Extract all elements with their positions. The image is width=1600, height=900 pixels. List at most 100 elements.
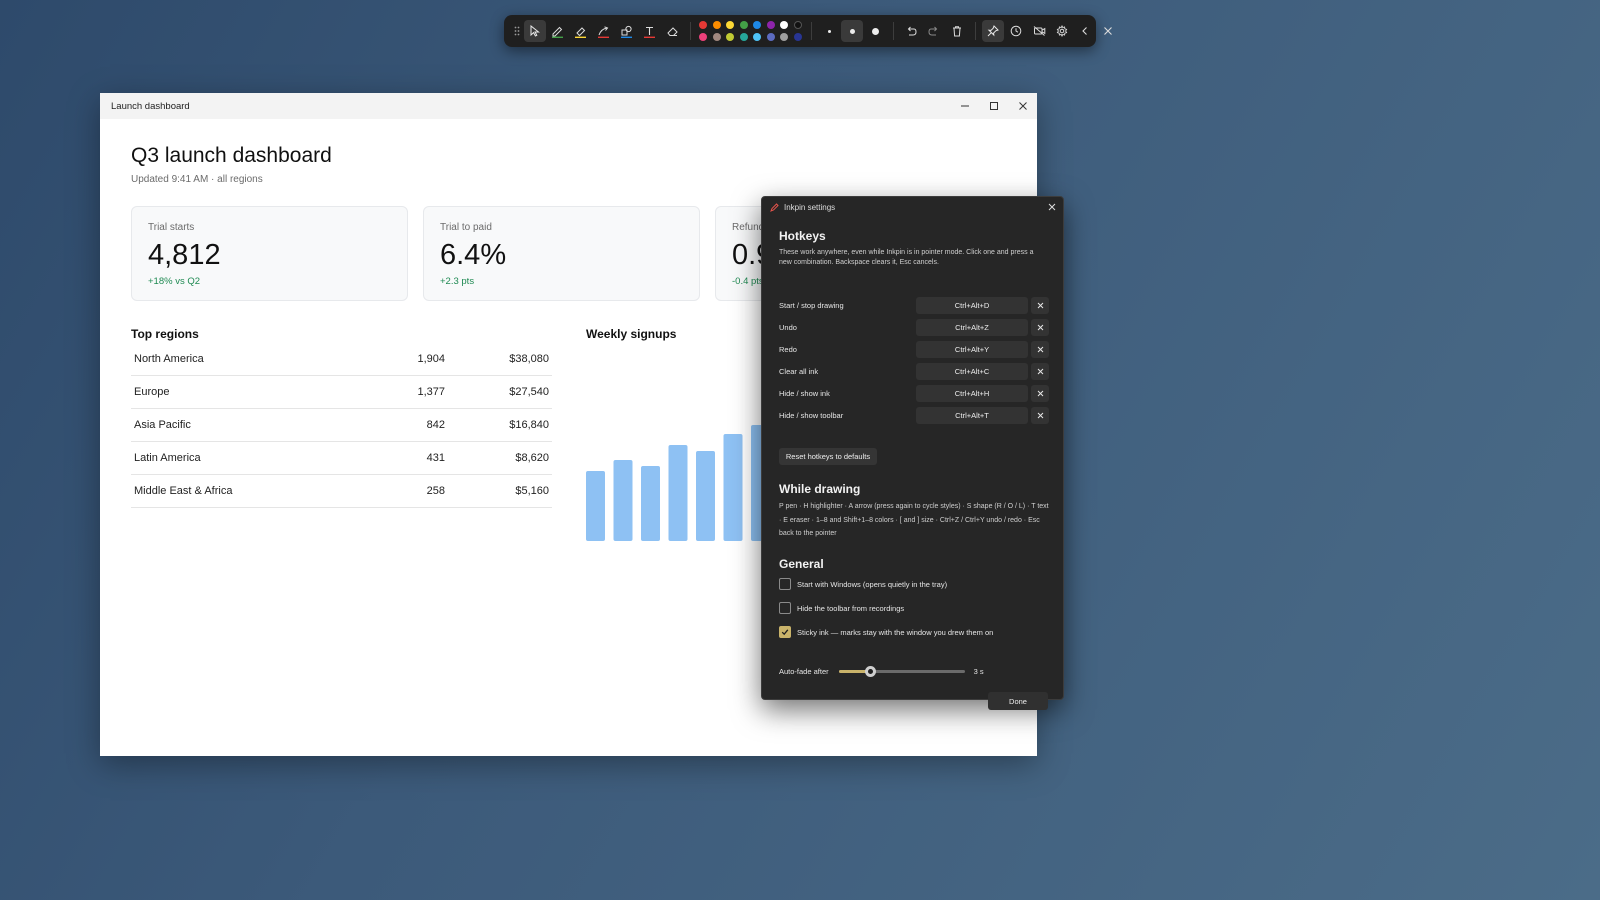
- color-swatch[interactable]: [699, 20, 707, 29]
- color-swatch[interactable]: [766, 32, 775, 41]
- hotkey-field[interactable]: Ctrl+Alt+D: [916, 296, 1028, 314]
- close-icon: [1037, 324, 1043, 330]
- color-swatch[interactable]: [726, 20, 734, 29]
- hotkey-field[interactable]: Ctrl+Alt+C: [916, 362, 1028, 380]
- gear-icon[interactable]: [1051, 20, 1073, 42]
- table-row[interactable]: Latin America 431 $8,620: [131, 442, 552, 475]
- checkbox[interactable]: [779, 602, 791, 614]
- hotkey-row: Hide / show toolbar Ctrl+Alt+T: [779, 406, 1049, 424]
- hotkey-label: Clear all ink: [779, 366, 819, 376]
- done-button[interactable]: Done: [988, 692, 1048, 710]
- close-icon[interactable]: [1097, 20, 1119, 42]
- arrow-icon[interactable]: [593, 20, 615, 42]
- window-close-button[interactable]: [1008, 93, 1037, 119]
- while-drawing-heading: While drawing: [779, 482, 861, 496]
- color-swatch[interactable]: [726, 32, 734, 41]
- size-small[interactable]: [818, 20, 840, 42]
- highlighter-icon[interactable]: [570, 20, 592, 42]
- checkbox[interactable]: [779, 578, 791, 590]
- color-swatch[interactable]: [699, 32, 707, 41]
- close-icon: [1037, 390, 1043, 396]
- general-heading: General: [779, 557, 824, 571]
- checkbox[interactable]: [779, 626, 791, 638]
- pin-icon[interactable]: [982, 20, 1004, 42]
- color-swatch[interactable]: [780, 32, 788, 41]
- table-row[interactable]: Europe 1,377 $27,540: [131, 376, 552, 409]
- clear-hotkey-button[interactable]: [1031, 362, 1049, 380]
- close-icon: [1037, 302, 1043, 308]
- window-title: Launch dashboard: [111, 100, 190, 112]
- close-icon: [1037, 412, 1043, 418]
- table-row[interactable]: Middle East & Africa 258 $5,160: [131, 475, 552, 508]
- minimize-button[interactable]: [950, 93, 979, 119]
- hotkey-label: Undo: [779, 322, 797, 332]
- clear-hotkey-button[interactable]: [1031, 384, 1049, 402]
- autofade-label: Auto-fade after: [779, 666, 829, 676]
- text-icon[interactable]: [639, 20, 661, 42]
- redo-icon[interactable]: [923, 20, 945, 42]
- table-row[interactable]: Asia Pacific 842 $16,840: [131, 409, 552, 442]
- hotkey-field[interactable]: Ctrl+Alt+Z: [916, 318, 1028, 336]
- region-revenue: $27,540: [509, 386, 549, 398]
- region-count: 842: [426, 419, 445, 431]
- color-swatch[interactable]: [739, 20, 748, 29]
- maximize-button[interactable]: [979, 93, 1008, 119]
- color-swatch[interactable]: [739, 32, 748, 41]
- autofade-value: 3 s: [973, 666, 984, 676]
- dialog-close-button[interactable]: [1041, 197, 1063, 217]
- color-swatch[interactable]: [712, 20, 721, 29]
- color-swatch[interactable]: [712, 32, 721, 41]
- clear-hotkey-button[interactable]: [1031, 340, 1049, 358]
- region-revenue: $16,840: [509, 419, 549, 431]
- undo-icon[interactable]: [900, 20, 922, 42]
- pointer-icon[interactable]: [523, 20, 546, 42]
- trash-icon[interactable]: [946, 20, 968, 42]
- size-medium[interactable]: [841, 20, 863, 42]
- region-count: 1,377: [417, 386, 445, 398]
- regions-title: Top regions: [131, 327, 199, 341]
- clear-hotkey-button[interactable]: [1031, 318, 1049, 336]
- color-swatch[interactable]: [753, 20, 761, 29]
- minimize-icon: [960, 105, 969, 107]
- region-count: 258: [426, 485, 445, 497]
- color-swatch[interactable]: [753, 32, 761, 41]
- eraser-icon[interactable]: [662, 20, 684, 42]
- chart-title: Weekly signups: [586, 327, 677, 341]
- color-swatch[interactable]: [766, 20, 775, 29]
- clock-icon[interactable]: [1005, 20, 1027, 42]
- clear-hotkey-button[interactable]: [1031, 406, 1049, 424]
- region-count: 1,904: [417, 353, 445, 365]
- hotkey-field[interactable]: Ctrl+Alt+H: [916, 384, 1028, 402]
- camera-off-icon[interactable]: [1028, 20, 1050, 42]
- clear-hotkey-button[interactable]: [1031, 296, 1049, 314]
- hotkey-row: Hide / show ink Ctrl+Alt+H: [779, 384, 1049, 402]
- shape-icon[interactable]: [616, 20, 638, 42]
- hotkey-label: Hide / show ink: [779, 388, 830, 398]
- while-drawing-description: P pen · H highlighter · A arrow (press a…: [779, 503, 1049, 537]
- color-swatch[interactable]: [793, 32, 802, 41]
- slider-thumb[interactable]: [865, 665, 877, 677]
- hotkey-field[interactable]: Ctrl+Alt+Y: [916, 340, 1028, 358]
- hotkey-label: Redo: [779, 344, 797, 354]
- color-swatch[interactable]: [793, 20, 802, 29]
- option-row[interactable]: Hide the toolbar from recordings: [779, 601, 904, 615]
- size-large[interactable]: [864, 20, 886, 42]
- chart-bar: [723, 434, 743, 541]
- kpi-label: Trial starts: [148, 222, 195, 233]
- option-row[interactable]: Start with Windows (opens quietly in the…: [779, 577, 947, 591]
- region-name: Europe: [134, 386, 170, 398]
- reset-hotkeys-button[interactable]: Reset hotkeys to defaults: [779, 448, 877, 465]
- color-swatch[interactable]: [780, 20, 788, 29]
- pen-icon[interactable]: [547, 20, 569, 42]
- option-row[interactable]: Sticky ink — marks stay with the window …: [779, 625, 993, 639]
- kpi-delta: +2.3 pts: [440, 276, 475, 287]
- autofade-slider[interactable]: [838, 665, 965, 677]
- table-row[interactable]: North America 1,904 $38,080: [131, 343, 552, 376]
- kpi-label: Trial to paid: [440, 222, 492, 233]
- chevron-left-icon[interactable]: [1074, 20, 1096, 42]
- chart-bar: [586, 471, 605, 541]
- hotkey-field[interactable]: Ctrl+Alt+T: [916, 406, 1028, 424]
- grip-icon[interactable]: [511, 20, 523, 42]
- regions-table: North America 1,904 $38,080 Europe 1,377 $27,…: [131, 343, 552, 508]
- toolbar-divider: [892, 22, 894, 40]
